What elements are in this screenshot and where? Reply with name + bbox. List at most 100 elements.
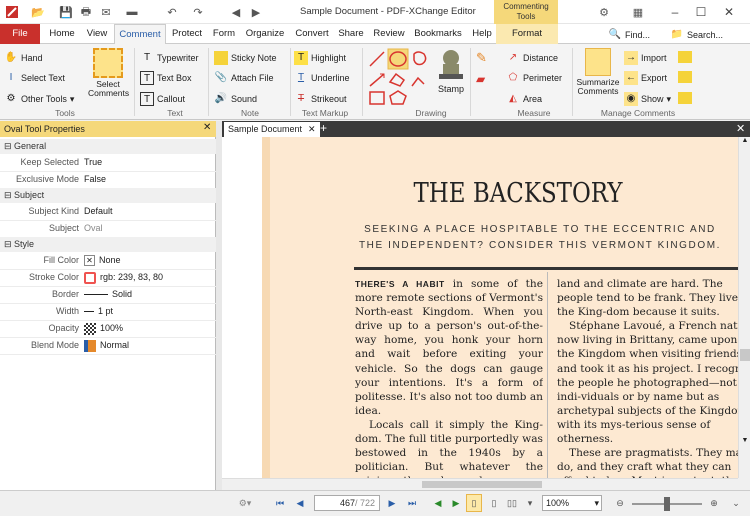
export-button[interactable]: ← Export bbox=[624, 71, 667, 85]
sound-button[interactable]: 🔊 Sound bbox=[214, 92, 257, 106]
email-icon[interactable]: ✉ bbox=[98, 4, 114, 20]
callout-button[interactable]: T Callout bbox=[140, 92, 185, 106]
tab-protect[interactable]: Protect bbox=[168, 24, 206, 44]
hand-tool-button[interactable]: ✋ Hand bbox=[4, 51, 43, 65]
prop-fill-color[interactable]: ✕ None bbox=[84, 252, 214, 269]
prop-subject[interactable]: Oval bbox=[84, 220, 214, 237]
facing-view-icon[interactable]: ▯▯ bbox=[504, 494, 520, 512]
tab-home[interactable]: Home bbox=[44, 24, 80, 44]
comment-note-icon[interactable] bbox=[678, 51, 692, 63]
section-style[interactable]: ⊟ Style bbox=[0, 237, 216, 252]
tab-view[interactable]: View bbox=[82, 24, 112, 44]
prop-opacity[interactable]: 100% bbox=[84, 320, 214, 337]
continuous-view-icon[interactable]: ▯ bbox=[486, 494, 502, 512]
perimeter-button[interactable]: ⬠ Perimeter bbox=[506, 71, 562, 85]
attach-file-button[interactable]: 📎 Attach File bbox=[214, 71, 274, 85]
history-back-icon[interactable]: ◀ bbox=[430, 494, 446, 512]
prop-border[interactable]: Solid bbox=[84, 286, 214, 303]
area-button[interactable]: ◭ Area bbox=[506, 92, 542, 106]
search-button[interactable]: 📁 Search... bbox=[670, 28, 723, 42]
next-page-icon[interactable]: ▶ bbox=[384, 494, 400, 512]
tab-comment[interactable]: Comment bbox=[114, 24, 166, 45]
drawing-tools-grid[interactable] bbox=[366, 48, 430, 108]
single-page-view-icon[interactable]: ▯ bbox=[466, 494, 482, 512]
tab-organize[interactable]: Organize bbox=[242, 24, 288, 44]
distance-button[interactable]: ↗ Distance bbox=[506, 51, 558, 65]
status-expand-icon[interactable]: ⌄ bbox=[728, 494, 744, 512]
zoom-in-icon[interactable]: ⊕ bbox=[706, 494, 722, 512]
group-label-measure: Measure bbox=[517, 108, 551, 118]
last-page-icon[interactable]: ⏭ bbox=[404, 494, 420, 512]
close-tab-icon[interactable]: ✕ bbox=[308, 122, 316, 137]
zoom-out-icon[interactable]: ⊖ bbox=[612, 494, 628, 512]
pencil-icon[interactable]: ✎ bbox=[476, 50, 494, 68]
underline-button[interactable]: T Underline bbox=[294, 71, 350, 85]
section-subject[interactable]: ⊟ Subject bbox=[0, 188, 216, 203]
minimize-button[interactable]: – bbox=[666, 3, 684, 21]
close-window-button[interactable]: ✕ bbox=[720, 3, 738, 21]
close-document-icon[interactable]: ✕ bbox=[736, 121, 745, 137]
doc-tab-sample[interactable]: Sample Document ✕ bbox=[224, 122, 320, 137]
horizontal-scrollbar[interactable] bbox=[222, 478, 738, 490]
prop-stroke-color[interactable]: rgb: 239, 83, 80 bbox=[84, 269, 214, 286]
scroll-up-icon[interactable]: ▲ bbox=[740, 137, 750, 147]
settings-icon[interactable]: ⚙ bbox=[596, 4, 612, 20]
ui-options-icon[interactable]: ▦ bbox=[630, 4, 646, 20]
prop-blend-mode[interactable]: Normal bbox=[84, 337, 214, 354]
highlight-button[interactable]: T Highlight bbox=[294, 51, 346, 65]
select-text-button[interactable]: I Select Text bbox=[4, 71, 65, 85]
forward-icon[interactable]: ▶ bbox=[248, 4, 264, 20]
scan-icon[interactable]: ▬ bbox=[124, 4, 140, 20]
maximize-button[interactable]: ☐ bbox=[692, 3, 710, 21]
undo-icon[interactable]: ↶ bbox=[164, 4, 180, 20]
page-number-input[interactable]: 467/ 722 bbox=[314, 495, 380, 511]
comment-list-icon[interactable] bbox=[678, 71, 692, 83]
prop-width[interactable]: 1 pt bbox=[84, 303, 214, 320]
history-forward-icon[interactable]: ▶ bbox=[448, 494, 464, 512]
status-options-icon[interactable]: ⚙▾ bbox=[230, 494, 260, 512]
view-options-icon[interactable]: ▾ bbox=[522, 494, 538, 512]
show-button[interactable]: ◉ Show ▾ bbox=[624, 92, 671, 106]
text-box-button[interactable]: T Text Box bbox=[140, 71, 192, 85]
zoom-select[interactable]: 100% ▾ bbox=[542, 495, 602, 511]
tab-form[interactable]: Form bbox=[208, 24, 240, 44]
close-panel-icon[interactable]: ✕ bbox=[203, 122, 211, 133]
scroll-thumb[interactable] bbox=[422, 481, 542, 488]
new-tab-icon[interactable]: + bbox=[320, 121, 327, 136]
comment-styles-icon[interactable] bbox=[678, 92, 692, 104]
tab-help[interactable]: Help bbox=[468, 24, 496, 44]
stamp-button[interactable]: Stamp bbox=[434, 48, 468, 106]
sticky-note-button[interactable]: Sticky Note bbox=[214, 51, 277, 65]
print-icon[interactable]: 🖶 bbox=[78, 4, 94, 20]
tab-share[interactable]: Share bbox=[336, 24, 366, 44]
redo-icon[interactable]: ↷ bbox=[190, 4, 206, 20]
vertical-scrollbar[interactable]: ▲ ▼ bbox=[738, 137, 750, 478]
search-icon: 📁 bbox=[670, 29, 684, 40]
find-button[interactable]: 🔍 Find... bbox=[608, 28, 650, 42]
summarize-comments-button[interactable]: Summarize Comments bbox=[574, 48, 622, 106]
prop-keep-selected[interactable]: True bbox=[84, 154, 214, 171]
strikeout-button[interactable]: T Strikeout bbox=[294, 92, 347, 106]
select-comments-button[interactable]: Select Comments bbox=[88, 48, 129, 106]
scroll-down-icon[interactable]: ▼ bbox=[740, 437, 750, 447]
eraser-icon[interactable]: ▰ bbox=[476, 72, 494, 90]
tab-file[interactable]: File bbox=[0, 24, 40, 44]
tab-bookmarks[interactable]: Bookmarks bbox=[410, 24, 466, 44]
back-icon[interactable]: ◀ bbox=[228, 4, 244, 20]
save-icon[interactable]: 💾 bbox=[58, 4, 74, 20]
open-folder-icon[interactable]: 📂 bbox=[30, 4, 46, 20]
first-page-icon[interactable]: ⏮ bbox=[272, 494, 288, 512]
tab-format[interactable]: Format bbox=[496, 24, 558, 44]
prop-subject-kind[interactable]: Default bbox=[84, 203, 214, 220]
typewriter-button[interactable]: T Typewriter bbox=[140, 51, 199, 65]
import-button[interactable]: → Import bbox=[624, 51, 667, 65]
other-tools-button[interactable]: ⚙ Other Tools ▾ bbox=[4, 92, 75, 106]
prev-page-icon[interactable]: ◀ bbox=[292, 494, 308, 512]
zoom-slider-thumb[interactable] bbox=[664, 497, 670, 511]
tab-convert[interactable]: Convert bbox=[290, 24, 334, 44]
paragraph: Stéphane Lavoué, a French native now liv… bbox=[557, 320, 738, 446]
prop-exclusive-mode[interactable]: False bbox=[84, 171, 214, 188]
tab-review[interactable]: Review bbox=[370, 24, 408, 44]
scroll-thumb[interactable] bbox=[740, 349, 750, 361]
section-general[interactable]: ⊟ General bbox=[0, 139, 216, 154]
